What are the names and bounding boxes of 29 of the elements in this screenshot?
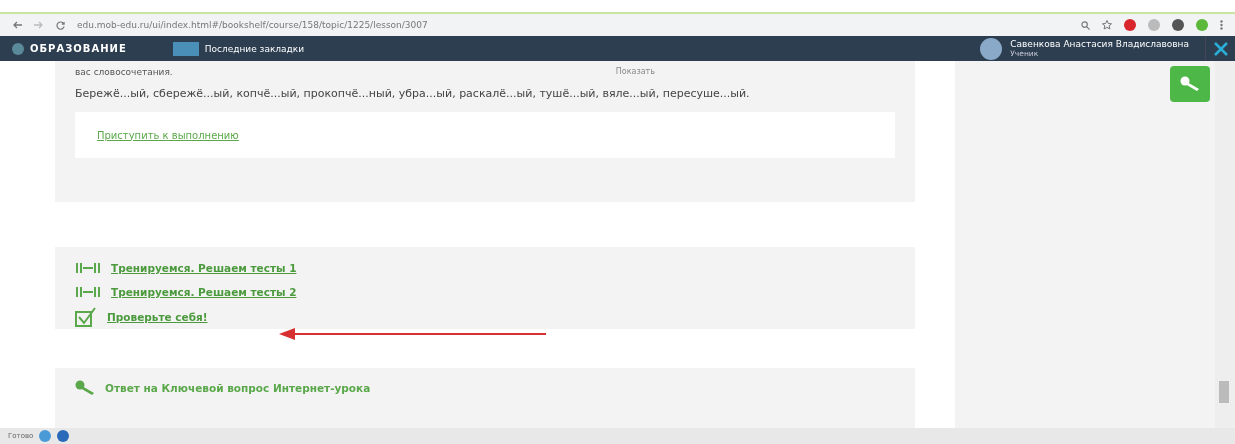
lesson-link[interactable]: Проверьте себя! bbox=[107, 310, 208, 323]
user-name: Савенкова Анастасия Владиславовна bbox=[1010, 39, 1189, 49]
taskbar-icon[interactable] bbox=[39, 430, 52, 442]
show-link[interactable]: Показать bbox=[615, 67, 655, 77]
logo-text: ОБРАЗОВАНИЕ bbox=[30, 43, 127, 54]
equalizer-icon bbox=[75, 261, 101, 274]
close-icon bbox=[1213, 41, 1228, 56]
star-icon[interactable] bbox=[1102, 20, 1112, 30]
checkbox-icon bbox=[75, 306, 97, 327]
equalizer-icon bbox=[75, 286, 101, 299]
lesson-link[interactable]: Тренируемся. Решаем тесты 2 bbox=[111, 286, 297, 299]
menu-icon[interactable] bbox=[1220, 20, 1223, 30]
avatar-icon bbox=[980, 37, 1003, 60]
answer-link[interactable]: Ответ на Ключевой вопрос Интернет-урока bbox=[105, 382, 371, 395]
task-text: вас словосочетания. bbox=[75, 67, 173, 77]
start-link[interactable]: Приступить к выполнению bbox=[97, 129, 239, 141]
bookmarks-link[interactable]: Последние закладки bbox=[204, 43, 305, 54]
lesson-link[interactable]: Тренируемся. Решаем тесты 1 bbox=[111, 261, 297, 274]
back-icon[interactable] bbox=[12, 21, 22, 29]
key-icon bbox=[75, 380, 95, 397]
key-button[interactable] bbox=[1170, 66, 1210, 102]
task-words: Бережё...ый, сбережё...ый, копчё...ый, прокопчё...ный, убра...ый, раскалё...ый, тушё...ый, вяле...ый, пересуше...ый. bbox=[75, 86, 751, 102]
scrollbar[interactable] bbox=[1215, 61, 1235, 428]
reload-icon[interactable] bbox=[56, 20, 65, 30]
key-icon bbox=[1180, 76, 1200, 92]
logo-icon bbox=[12, 42, 24, 55]
taskbar-icon[interactable] bbox=[57, 430, 70, 442]
search-icon[interactable] bbox=[1081, 20, 1090, 30]
profile-icon[interactable] bbox=[1196, 19, 1208, 31]
